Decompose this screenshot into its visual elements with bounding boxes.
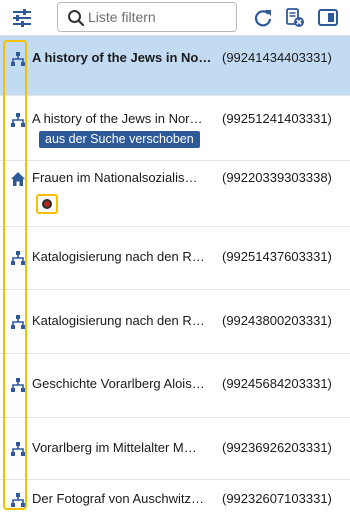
hierarchy-icon — [10, 51, 26, 67]
list-item[interactable]: Der Fotograf von Auschwitz… (99232607103… — [0, 480, 350, 518]
hierarchy-icon — [10, 112, 26, 128]
list-item[interactable]: A history of the Jews in No… (9924143440… — [0, 36, 350, 96]
list-item[interactable]: Geschichte Vorarlberg Alois… (9924568420… — [0, 354, 350, 418]
record-title: Der Fotograf von Auschwitz… — [32, 491, 204, 506]
record-id: (99232607103331) — [222, 491, 332, 506]
hierarchy-icon — [10, 492, 26, 508]
search-icon — [67, 9, 85, 27]
home-icon — [10, 171, 26, 187]
record-id: (99236926203331) — [222, 440, 332, 455]
hierarchy-icon — [10, 441, 26, 457]
moved-from-search-badge: aus der Suche verschoben — [39, 131, 200, 148]
list-item[interactable]: A history of the Jews in Nor… (992512414… — [0, 96, 350, 161]
sliders-icon[interactable] — [10, 7, 34, 29]
record-title: A history of the Jews in Nor… — [32, 111, 203, 126]
refresh-icon[interactable] — [252, 7, 274, 29]
list-filter-search[interactable] — [57, 2, 237, 32]
list-item[interactable]: Frauen im Nationalsozialis… (99220339303… — [0, 161, 350, 227]
record-id: (99251241403331) — [222, 111, 332, 126]
clear-filter-icon[interactable] — [284, 7, 306, 29]
panel-toggle-icon[interactable] — [317, 7, 339, 29]
record-id: (99243800203331) — [222, 313, 332, 328]
record-title: Geschichte Vorarlberg Alois… — [32, 376, 205, 391]
record-id: (99220339303338) — [222, 170, 332, 185]
status-indicator-icon — [36, 194, 58, 214]
list-item[interactable]: Katalogisierung nach den R… (99251437603… — [0, 227, 350, 290]
list-item[interactable]: Katalogisierung nach den R… (99243800203… — [0, 290, 350, 354]
record-title: Katalogisierung nach den R… — [32, 249, 205, 264]
record-title: Frauen im Nationalsozialis… — [32, 170, 198, 185]
hierarchy-icon — [10, 377, 26, 393]
record-title: A history of the Jews in No… — [32, 50, 212, 65]
record-id: (99251437603331) — [222, 249, 332, 264]
search-input[interactable] — [88, 7, 228, 27]
list-item[interactable]: Vorarlberg im Mittelalter M… (9923692620… — [0, 418, 350, 480]
record-id: (99245684203331) — [222, 376, 332, 391]
hierarchy-icon — [10, 250, 26, 266]
record-title: Vorarlberg im Mittelalter M… — [32, 440, 197, 455]
record-title: Katalogisierung nach den R… — [32, 313, 205, 328]
hierarchy-icon — [10, 314, 26, 330]
record-id: (99241434403331) — [222, 50, 332, 65]
list-toolbar — [0, 0, 350, 36]
